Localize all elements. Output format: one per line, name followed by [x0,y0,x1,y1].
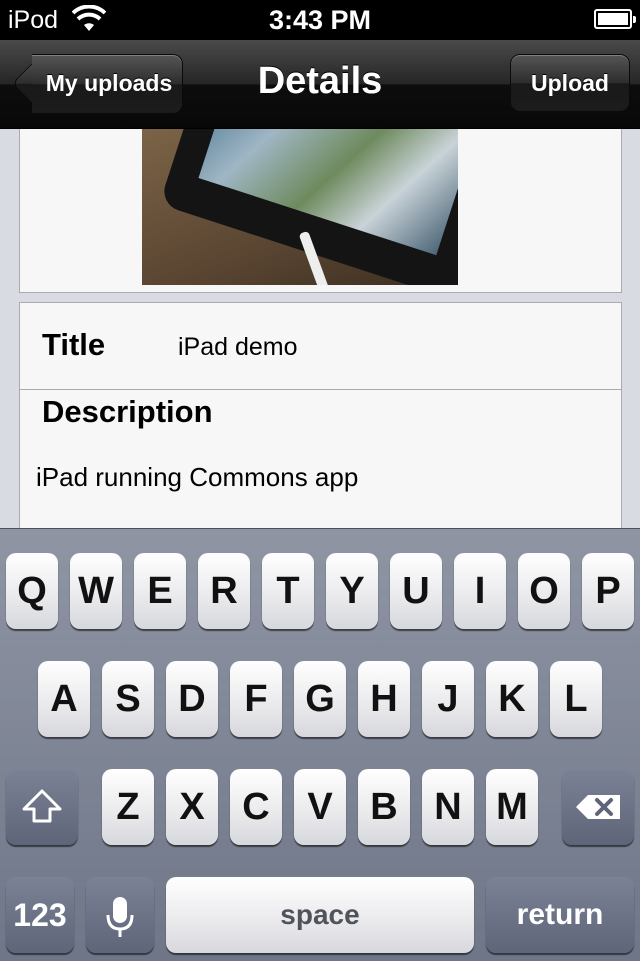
key-x[interactable]: X [166,769,218,845]
key-h[interactable]: H [358,661,410,737]
key-k[interactable]: K [486,661,538,737]
delete-key[interactable] [562,769,634,845]
upload-button[interactable]: Upload [510,54,630,112]
key-d[interactable]: D [166,661,218,737]
title-label: Title [42,327,106,362]
key-l[interactable]: L [550,661,602,737]
image-thumbnail[interactable] [142,129,458,285]
title-row[interactable]: Title iPad demo [19,302,622,390]
key-f[interactable]: F [230,661,282,737]
key-u[interactable]: U [390,553,442,629]
key-t[interactable]: T [262,553,314,629]
key-y[interactable]: Y [326,553,378,629]
key-m[interactable]: M [486,769,538,845]
numbers-key[interactable]: 123 [6,877,74,953]
key-j[interactable]: J [422,661,474,737]
key-p[interactable]: P [582,553,634,629]
details-content[interactable]: Title iPad demo Description iPad running… [0,129,640,529]
key-a[interactable]: A [38,661,90,737]
keyboard: Q W E R T Y U I O P A S D F G H J K L Z … [0,528,640,961]
shift-icon [22,789,62,823]
image-cell [19,129,622,293]
description-field[interactable]: iPad running Commons app [36,462,358,493]
description-row[interactable]: Description iPad running Commons app [19,390,622,529]
key-c[interactable]: C [230,769,282,845]
title-field[interactable]: iPad demo [178,333,298,362]
key-q[interactable]: Q [6,553,58,629]
key-b[interactable]: B [358,769,410,845]
microphone-icon [106,897,134,937]
key-r[interactable]: R [198,553,250,629]
battery-icon [594,9,636,29]
dictation-key[interactable] [86,877,154,953]
clock: 3:43 PM [268,5,372,35]
key-n[interactable]: N [422,769,474,845]
delete-icon [576,795,620,819]
key-w[interactable]: W [70,553,122,629]
key-v[interactable]: V [294,769,346,845]
key-e[interactable]: E [134,553,186,629]
key-g[interactable]: G [294,661,346,737]
return-key[interactable]: return [486,877,634,953]
key-i[interactable]: I [454,553,506,629]
key-s[interactable]: S [102,661,154,737]
status-bar: iPod 3:43 PM [0,0,640,40]
space-key[interactable]: space [166,877,474,953]
key-z[interactable]: Z [102,769,154,845]
key-o[interactable]: O [518,553,570,629]
description-label: Description [42,394,213,429]
shift-key[interactable] [6,769,78,845]
navigation-bar: My uploads Details Upload [0,40,640,129]
